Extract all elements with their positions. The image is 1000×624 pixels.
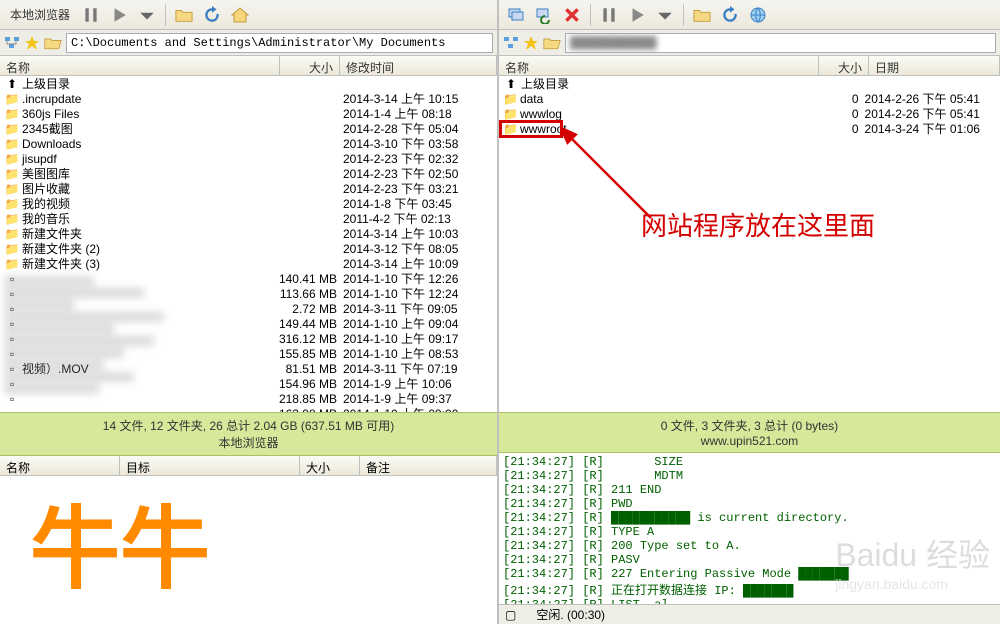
right-pathbar: ████████████ — [499, 30, 1000, 56]
left-pane-title: 本地浏览器 — [10, 6, 70, 23]
folder-button-r[interactable] — [689, 3, 715, 27]
ftp-console[interactable]: [21:34:27] [R] SIZE[21:34:27] [R] MDTM[2… — [499, 453, 1000, 604]
file-row[interactable]: 📁data02014-2-26 下午 05:41 — [499, 91, 1000, 106]
dropdown-button-r[interactable] — [652, 3, 678, 27]
console-line: [21:34:27] [R] 211 END — [503, 483, 996, 497]
annotation-text: 网站程序放在这里面 — [641, 206, 875, 243]
lh-note[interactable]: 备注 — [360, 456, 497, 475]
refresh-button-r[interactable] — [717, 3, 743, 27]
connect-button[interactable] — [503, 3, 529, 27]
lh-target[interactable]: 目标 — [120, 456, 300, 475]
right-status-line1: 0 文件, 3 文件夹, 3 总计 (0 bytes) — [503, 417, 996, 434]
col-size-r[interactable]: 大小 — [819, 56, 869, 75]
file-row[interactable]: 📁美图图库2014-2-23 下午 02:50 — [0, 166, 497, 181]
right-pane: ████████████ 名称 大小 日期 ⬆上级目录 📁data02014-2… — [499, 0, 1000, 624]
col-name[interactable]: 名称 — [0, 56, 280, 75]
bottom-ready-text: 空闲. (00:30) — [536, 606, 605, 623]
col-name-r[interactable]: 名称 — [499, 56, 819, 75]
left-pane: 本地浏览器 C:\Documents and Settings\Administ… — [0, 0, 499, 624]
left-column-headers: 名称 大小 修改时间 — [0, 56, 497, 76]
pause-button[interactable] — [78, 3, 104, 27]
console-line: [21:34:27] [R] 200 Type set to A. — [503, 539, 996, 553]
col-mtime[interactable]: 修改时间 — [340, 56, 497, 75]
star-icon[interactable] — [523, 35, 539, 51]
tree-icon[interactable] — [503, 35, 519, 51]
console-line: [21:34:27] [R] 227 Entering Passive Mode… — [503, 567, 996, 581]
tree-icon[interactable] — [4, 35, 20, 51]
right-column-headers: 名称 大小 日期 — [499, 56, 1000, 76]
file-row[interactable]: 📁2345截图2014-2-28 下午 05:04 — [0, 121, 497, 136]
left-pathbar: C:\Documents and Settings\Administrator\… — [0, 30, 497, 56]
bottom-statusbar: ▢ 空闲. (00:30) — [499, 604, 1000, 624]
file-row[interactable]: 📁wwwlog02014-2-26 下午 05:41 — [499, 106, 1000, 121]
file-row[interactable]: 📁我的音乐2011-4-2 下午 02:13 — [0, 211, 497, 226]
toolbar-sep — [165, 4, 166, 26]
right-path-hidden: ████████████ — [570, 36, 656, 50]
file-row[interactable]: 📁wwwroot02014-3-24 下午 01:06 — [499, 121, 1000, 136]
folder-button[interactable] — [171, 3, 197, 27]
console-line: [21:34:27] [R] ███████████ is current di… — [503, 511, 996, 525]
reconnect-button[interactable] — [531, 3, 557, 27]
left-toolbar: 本地浏览器 — [0, 0, 497, 30]
left-lower-body: 牛牛 — [0, 476, 497, 624]
play-button-r[interactable] — [624, 3, 650, 27]
star-icon[interactable] — [24, 35, 40, 51]
open-folder-icon — [543, 35, 561, 51]
console-line: [21:34:27] [R] SIZE — [503, 455, 996, 469]
annotation-arrow — [561, 128, 661, 228]
lh-name[interactable]: 名称 — [0, 456, 120, 475]
file-row[interactable]: ▫163.98 MB2014-1-10 上午 09:00 — [0, 406, 497, 412]
home-button[interactable] — [227, 3, 253, 27]
left-file-list[interactable]: ⬆上级目录 📁.incrupdate2014-3-14 上午 10:15📁360… — [0, 76, 497, 412]
right-status-line2: www.upin521.com — [503, 434, 996, 448]
parent-dir-row[interactable]: ⬆上级目录 — [0, 76, 497, 91]
col-date-r[interactable]: 日期 — [869, 56, 1000, 75]
left-path-input[interactable]: C:\Documents and Settings\Administrator\… — [66, 33, 493, 53]
col-size[interactable]: 大小 — [280, 56, 340, 75]
left-lower-headers: 名称 目标 大小 备注 — [0, 456, 497, 476]
right-toolbar — [499, 0, 1000, 30]
console-line: [21:34:27] [R] PWD — [503, 497, 996, 511]
file-row[interactable]: 📁Downloads2014-3-10 下午 03:58 — [0, 136, 497, 151]
file-row[interactable]: 📁新建文件夹 (2)2014-3-12 下午 08:05 — [0, 241, 497, 256]
console-line: [21:34:27] [R] PASV — [503, 553, 996, 567]
left-status-line1: 14 文件, 12 文件夹, 26 总计 2.04 GB (637.51 MB … — [4, 417, 493, 434]
file-row[interactable]: 📁jisupdf2014-2-23 下午 02:32 — [0, 151, 497, 166]
file-row[interactable]: 📁新建文件夹 (3)2014-3-14 上午 10:09 — [0, 256, 497, 271]
console-line: [21:34:27] [R] TYPE A — [503, 525, 996, 539]
dropdown-button[interactable] — [134, 3, 160, 27]
globe-button[interactable] — [745, 3, 771, 27]
open-folder-icon — [44, 35, 62, 51]
right-path-input[interactable]: ████████████ — [565, 33, 996, 53]
pause-button-r[interactable] — [596, 3, 622, 27]
file-row[interactable]: 📁.incrupdate2014-3-14 上午 10:15 — [0, 91, 497, 106]
left-status: 14 文件, 12 文件夹, 26 总计 2.04 GB (637.51 MB … — [0, 412, 497, 456]
file-row[interactable]: 📁我的视频2014-1-8 下午 03:45 — [0, 196, 497, 211]
disconnect-button[interactable] — [559, 3, 585, 27]
file-row[interactable]: 📁新建文件夹2014-3-14 上午 10:03 — [0, 226, 497, 241]
bottom-tab-icon[interactable]: ▢ — [505, 608, 516, 622]
right-status: 0 文件, 3 文件夹, 3 总计 (0 bytes) www.upin521.… — [499, 412, 1000, 453]
left-status-line2: 本地浏览器 — [4, 434, 493, 451]
right-file-list[interactable]: ⬆上级目录 📁data02014-2-26 下午 05:41📁wwwlog020… — [499, 76, 1000, 412]
left-path-text: C:\Documents and Settings\Administrator\… — [71, 36, 445, 50]
parent-dir-row[interactable]: ⬆上级目录 — [499, 76, 1000, 91]
console-line: [21:34:27] [R] 正在打开数据连接 IP: ███████ — [503, 581, 996, 598]
file-row[interactable]: 📁360js Files2014-1-4 上午 08:18 — [0, 106, 497, 121]
lh-size[interactable]: 大小 — [300, 456, 360, 475]
play-button[interactable] — [106, 3, 132, 27]
file-row[interactable]: 📁图片收藏2014-2-23 下午 03:21 — [0, 181, 497, 196]
niuniu-logo: 牛牛 — [30, 476, 210, 606]
console-line: [21:34:27] [R] MDTM — [503, 469, 996, 483]
refresh-button[interactable] — [199, 3, 225, 27]
